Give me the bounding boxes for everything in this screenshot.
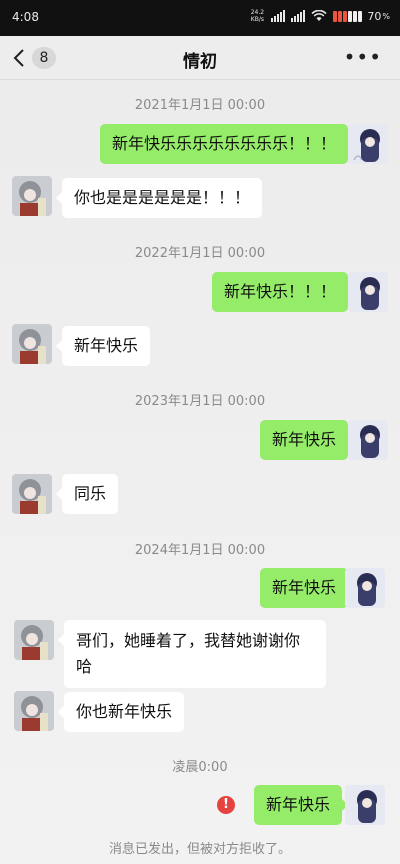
network-speed-value: 24.2 [250, 9, 265, 16]
sent-message[interactable]: 新年快乐 [253, 785, 349, 825]
my-avatar[interactable] [348, 420, 388, 460]
received-message[interactable]: 新年快乐 [55, 326, 151, 366]
send-failed-icon[interactable]: ! [217, 796, 235, 814]
message-timestamp: 凌晨0:00 [172, 760, 228, 775]
sent-message[interactable]: 新年快乐！！！ [211, 272, 355, 312]
contact-avatar[interactable] [14, 620, 54, 660]
message-timestamp: 2021年1月1日 00:00 [134, 98, 266, 113]
received-message[interactable]: 哥们，她睡着了，我替她谢谢你哈 [58, 620, 326, 688]
contact-avatar[interactable] [14, 691, 54, 731]
rejected-notice: 消息已发出，但被对方拒收了。 [108, 842, 291, 857]
status-indicators: 24.2 KB/s 70% [249, 9, 390, 23]
contact-avatar[interactable] [12, 324, 52, 364]
cell-signal-icon [271, 10, 286, 22]
my-avatar[interactable] [345, 785, 385, 825]
chat-messages[interactable]: 2021年1月1日 00:00 新年快乐乐乐乐乐乐乐乐！！！ 你也是是是是是是！… [0, 80, 400, 864]
received-message[interactable]: 你也新年快乐 [57, 692, 185, 732]
battery-percent: 70 [367, 9, 382, 23]
sent-message[interactable]: 新年快乐 [259, 568, 355, 608]
network-speed-unit: KB/s [250, 16, 264, 23]
message-timestamp: 2024年1月1日 00:00 [134, 543, 266, 558]
network-speed: 24.2 KB/s [249, 9, 265, 23]
received-message[interactable]: 同乐 [55, 474, 119, 514]
sent-message[interactable]: 新年快乐乐乐乐乐乐乐乐！！！ [99, 124, 355, 164]
message-timestamp: 2022年1月1日 00:00 [134, 246, 266, 261]
chat-title: 情初 [183, 52, 217, 72]
status-time: 4:08 [12, 10, 39, 24]
my-avatar[interactable] [348, 124, 388, 164]
cell-signal-2-icon [291, 10, 306, 22]
my-avatar[interactable] [345, 568, 385, 608]
more-icon[interactable]: ••• [344, 47, 382, 67]
received-message[interactable]: 你也是是是是是是！！！ [55, 178, 263, 218]
contact-avatar[interactable] [12, 474, 52, 514]
message-timestamp: 2023年1月1日 00:00 [134, 394, 266, 409]
battery-icon: 70% [333, 10, 390, 23]
contact-avatar[interactable] [12, 176, 52, 216]
sent-message[interactable]: 新年快乐 [259, 420, 355, 460]
my-avatar[interactable] [348, 272, 388, 312]
status-bar: 4:08 24.2 KB/s 70% [0, 0, 400, 36]
wifi-icon [311, 10, 327, 22]
chat-header: 8 情初 ••• [0, 36, 400, 80]
